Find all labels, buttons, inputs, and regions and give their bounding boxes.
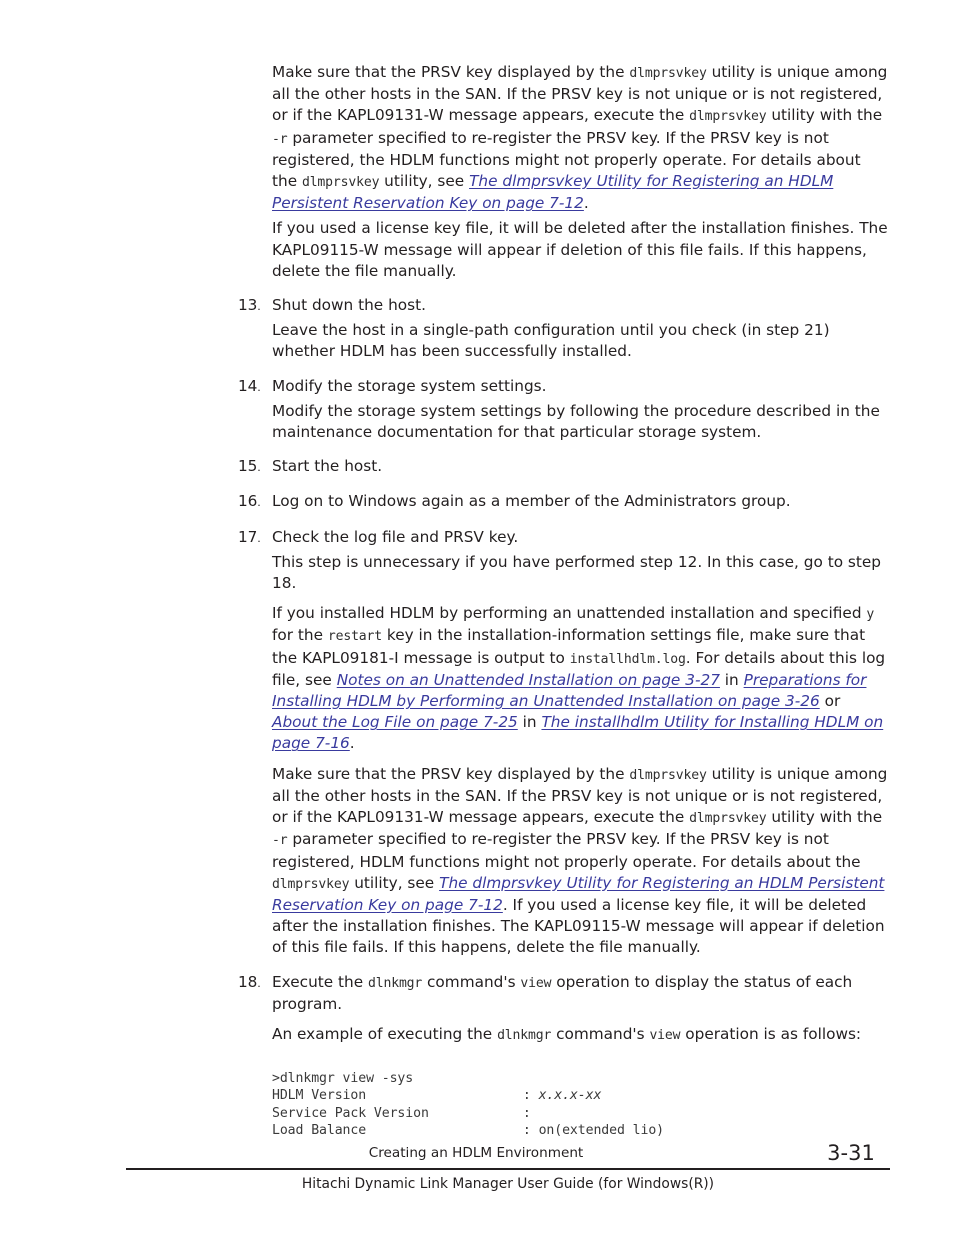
text-run: command's xyxy=(551,1024,650,1043)
list-item-number: 15. xyxy=(238,456,272,478)
inline-code-r-parameter: -r xyxy=(272,833,288,849)
code-label-load-balance: Load Balance xyxy=(272,1123,367,1139)
page-footer: Creating an HDLM Environment 3-31 Hitach… xyxy=(0,1140,954,1220)
step-number: 15 xyxy=(238,457,258,476)
text-run: or xyxy=(819,692,841,711)
footer-book-title: Hitachi Dynamic Link Manager User Guide … xyxy=(301,1176,715,1192)
inline-code-dlmprsvkey: dlmprsvkey xyxy=(629,66,707,81)
text-run: Make sure that the PRSV key displayed by… xyxy=(272,63,630,81)
step-title: Check the log file and PRSV key. xyxy=(272,527,519,546)
code-label-hdlm-version: HDLM Version xyxy=(272,1088,367,1104)
list-item-step-18: 18. Execute the dlnkmgr command's view o… xyxy=(238,972,890,1047)
footer-page-number: 3-31 xyxy=(827,1141,875,1165)
number-period: . xyxy=(257,531,261,545)
list-item-step-13: 13. Shut down the host. Leave the host i… xyxy=(238,295,890,363)
text-run: utility with the xyxy=(766,106,883,125)
text-run: . xyxy=(349,734,355,753)
step-detail: Leave the host in a single-path configur… xyxy=(272,321,830,361)
text-run: An example of executing the xyxy=(272,1024,498,1043)
text-run: . xyxy=(583,194,589,213)
cross-reference-link-notes-unattended[interactable]: Notes on an Unattended Installation on p… xyxy=(337,671,720,689)
inline-code-dlmprsvkey: dlmprsvkey xyxy=(629,767,707,783)
inline-code-installhdlm-log: installhdlm.log xyxy=(569,651,686,667)
list-item-body: Check the log file and PRSV key. This st… xyxy=(272,527,890,959)
text-run: Make sure that the PRSV key displayed by… xyxy=(272,764,630,783)
list-item-step-15: 15. Start the host. xyxy=(238,456,890,478)
text-run: in xyxy=(517,713,542,732)
inline-code-restart: restart xyxy=(327,629,383,645)
list-item-body: Shut down the host. Leave the host in a … xyxy=(272,295,890,363)
paragraph-license-key-file: If you used a license key file, it will … xyxy=(272,219,888,280)
list-item-body: Start the host. xyxy=(272,456,890,477)
inline-code-dlnkmgr: dlnkmgr xyxy=(497,1027,552,1043)
inline-code-view: view xyxy=(649,1027,681,1043)
step-number: 17 xyxy=(238,527,258,546)
list-item-number: 16. xyxy=(238,491,272,513)
code-value-load-balance: on(extended lio) xyxy=(538,1123,665,1139)
list-item-body: Modify the storage system settings. Modi… xyxy=(272,376,890,444)
step-title: Log on to Windows again as a member of t… xyxy=(272,492,791,511)
code-separator: : xyxy=(522,1088,539,1104)
step-number: 16 xyxy=(238,492,258,511)
list-item-number: 17. xyxy=(238,527,272,549)
number-period: . xyxy=(257,496,261,510)
inline-code-y: y xyxy=(866,607,875,623)
list-item-body: Execute the dlnkmgr command's view opera… xyxy=(272,972,890,1047)
text-run: utility with the xyxy=(766,808,883,827)
text-run: If you installed HDLM by performing an u… xyxy=(272,604,867,623)
document-page: Make sure that the PRSV key displayed by… xyxy=(0,0,954,1235)
list-item-step-17: 17. Check the log file and PRSV key. Thi… xyxy=(238,527,890,959)
code-listing-dlnkmgr-view-sys: >dlnkmgr view -sys HDLM Version : x.x.x-… xyxy=(272,1070,890,1139)
inline-code-dlmprsvkey: dlmprsvkey xyxy=(272,876,350,892)
footer-divider xyxy=(126,1168,890,1170)
list-item-step-16: 16. Log on to Windows again as a member … xyxy=(238,491,890,513)
inline-code-view: view xyxy=(520,975,552,991)
paragraph-prsv-key-step17: Make sure that the PRSV key displayed by… xyxy=(272,764,890,959)
text-run: parameter specified to re-register the P… xyxy=(272,830,861,871)
text-run: in xyxy=(719,670,744,689)
step-detail-unnecessary: This step is unnecessary if you have per… xyxy=(272,552,882,593)
paragraph-unattended-installation: If you installed HDLM by performing an u… xyxy=(272,603,890,754)
step-title: Modify the storage system settings. xyxy=(272,376,547,395)
step-number: 14 xyxy=(238,376,258,395)
inline-code-dlmprsvkey: dlmprsvkey xyxy=(301,175,380,191)
inline-code-dlmprsvkey: dlmprsvkey xyxy=(689,811,767,827)
text-run: for the xyxy=(272,626,328,645)
code-label-service-pack-version: Service Pack Version xyxy=(272,1105,429,1121)
list-item-number: 14. xyxy=(238,376,272,398)
step-title: Execute the dlnkmgr command's view opera… xyxy=(272,972,890,1015)
list-item-number: 18. xyxy=(238,972,272,994)
step-detail-example: An example of executing the dlnkmgr comm… xyxy=(272,1024,890,1046)
list-item-step-14: 14. Modify the storage system settings. … xyxy=(238,376,890,444)
step-title: Shut down the host. xyxy=(272,296,426,315)
list-item-number: 13. xyxy=(238,295,272,317)
text-run: Execute the xyxy=(272,972,369,991)
inline-code-dlmprsvkey: dlmprsvkey xyxy=(689,109,767,125)
number-period: . xyxy=(257,461,261,475)
inline-code-dlnkmgr: dlnkmgr xyxy=(368,975,423,991)
text-run: command's xyxy=(422,972,521,991)
code-value-hdlm-version: x.x.x-xx xyxy=(538,1088,602,1104)
step-number: 13 xyxy=(238,296,258,315)
code-separator: : xyxy=(522,1123,539,1139)
page-content: Make sure that the PRSV key displayed by… xyxy=(238,62,890,1139)
code-separator: : xyxy=(522,1105,531,1121)
number-period: . xyxy=(257,976,261,990)
paragraph-prsv-key-continued: Make sure that the PRSV key displayed by… xyxy=(272,62,890,214)
text-run: operation is as follows: xyxy=(680,1024,862,1043)
list-item-body: Log on to Windows again as a member of t… xyxy=(272,491,890,512)
step-detail: Modify the storage system settings by fo… xyxy=(272,401,880,442)
footer-chapter-title: Creating an HDLM Environment xyxy=(368,1145,584,1161)
number-period: . xyxy=(257,300,261,314)
code-line-command: >dlnkmgr view -sys xyxy=(272,1071,414,1087)
inline-code-r-parameter: -r xyxy=(272,131,288,147)
step-title: Start the host. xyxy=(272,457,383,476)
text-run: utility, see xyxy=(379,172,470,191)
step-number: 18 xyxy=(238,972,258,991)
text-run: utility, see xyxy=(349,873,440,892)
cross-reference-link-about-log-file[interactable]: About the Log File on page 7-25 xyxy=(272,713,518,731)
number-period: . xyxy=(257,380,261,394)
